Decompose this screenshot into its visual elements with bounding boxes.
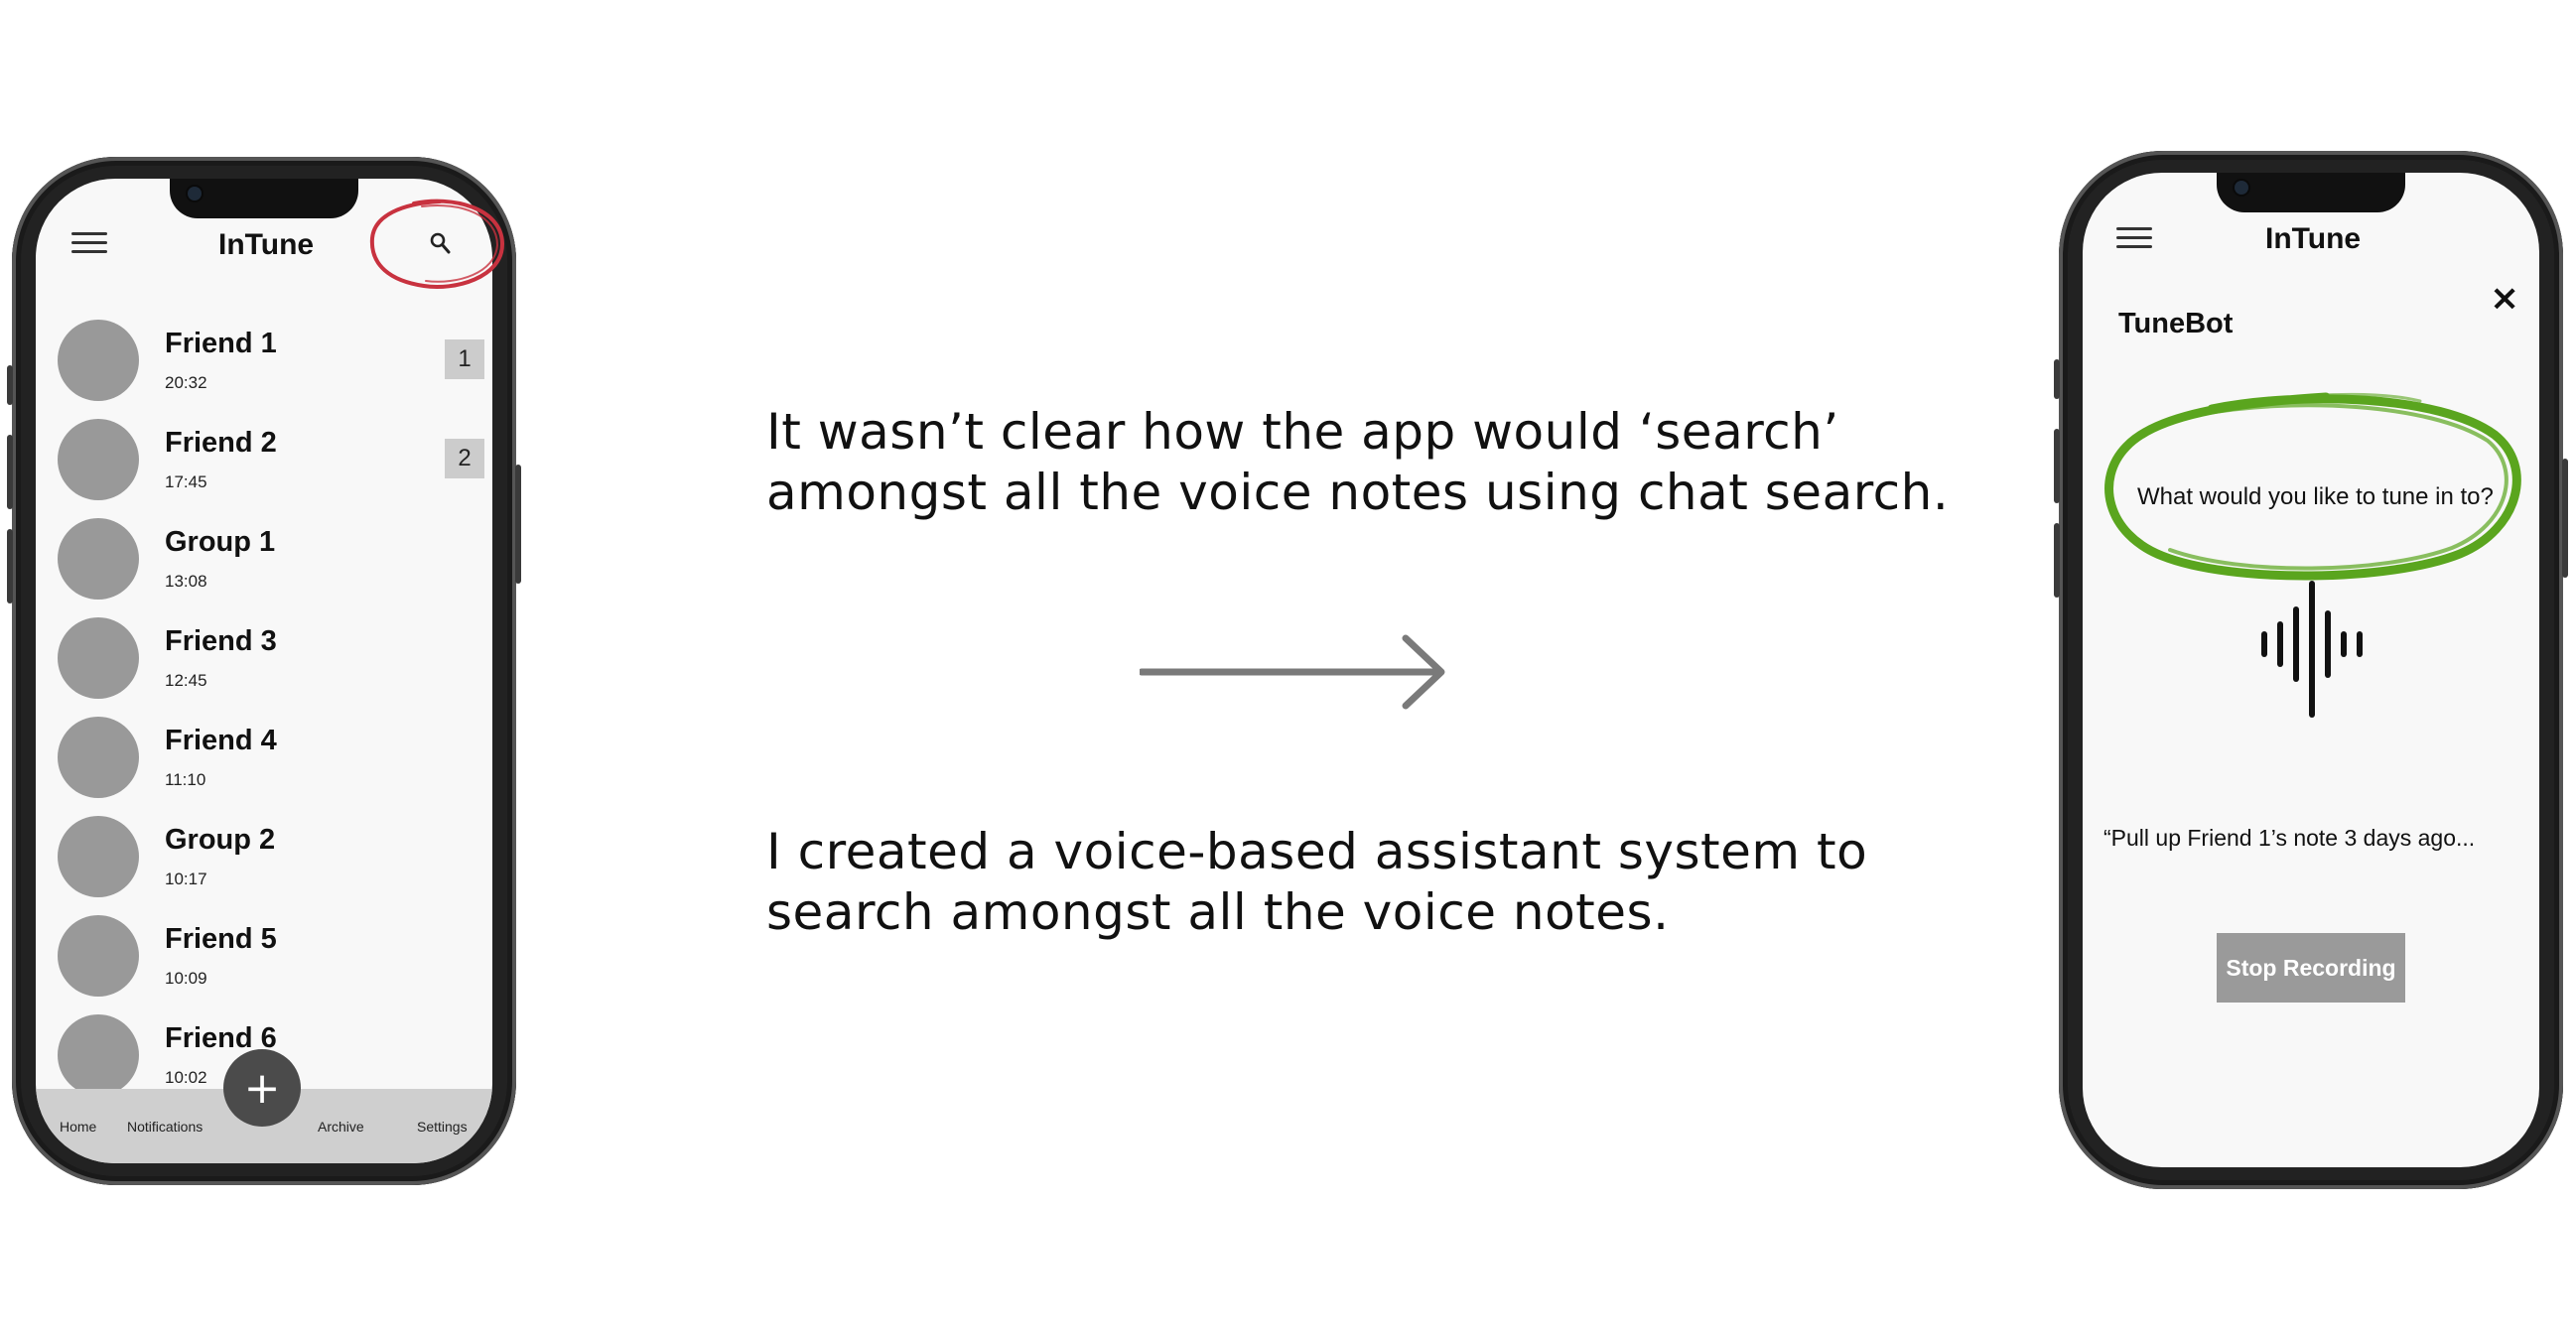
avatar xyxy=(58,617,139,699)
nav-archive[interactable]: Archive xyxy=(318,1119,364,1135)
chat-time: 11:10 xyxy=(165,770,206,789)
side-button xyxy=(7,365,13,405)
chat-time: 10:09 xyxy=(165,969,207,988)
chat-name: Friend 2 xyxy=(165,427,277,459)
menu-icon[interactable] xyxy=(2116,227,2152,251)
chat-row-friend-3[interactable]: Friend 3 12:45 xyxy=(58,613,484,701)
avatar xyxy=(58,1014,139,1096)
chat-row-friend-2[interactable]: Friend 2 17:45 2 xyxy=(58,415,484,502)
voice-waveform-icon xyxy=(2261,581,2363,718)
chat-row-friend-1[interactable]: Friend 1 20:32 1 xyxy=(58,316,484,403)
chat-row-group-2[interactable]: Group 2 10:17 xyxy=(58,812,484,899)
app-title: InTune xyxy=(218,228,315,261)
tunebot-title: TuneBot xyxy=(2118,308,2234,339)
unread-badge: 1 xyxy=(445,339,484,379)
left-phone: InTune Friend 1 20:32 1 Friend 2 17:45 2… xyxy=(7,157,521,1185)
chat-time: 17:45 xyxy=(165,472,207,491)
side-button xyxy=(7,435,13,509)
stop-recording-button[interactable]: Stop Recording xyxy=(2217,933,2405,1003)
chat-time: 13:08 xyxy=(165,572,207,591)
side-button xyxy=(2054,429,2060,503)
solution-line-2: search amongst all the voice notes. xyxy=(766,883,1670,941)
chat-row-friend-4[interactable]: Friend 4 11:10 xyxy=(58,713,484,800)
chat-name: Friend 1 xyxy=(165,328,277,359)
close-icon[interactable]: × xyxy=(2490,278,2519,319)
chat-name: Group 1 xyxy=(165,526,276,558)
chat-time: 20:32 xyxy=(165,373,207,392)
chat-name: Group 2 xyxy=(165,824,276,856)
side-button xyxy=(7,529,13,603)
avatar xyxy=(58,915,139,997)
problem-caption: It wasn’t clear how the app would ‘searc… xyxy=(766,402,1949,523)
avatar xyxy=(58,717,139,798)
chat-name: Friend 5 xyxy=(165,923,277,955)
avatar xyxy=(58,320,139,401)
solution-line-1: I created a voice-based assistant system… xyxy=(766,823,1868,880)
chat-time: 10:17 xyxy=(165,870,207,888)
search-highlight-circle xyxy=(369,199,505,289)
side-button xyxy=(2562,459,2568,578)
side-button xyxy=(2054,523,2060,598)
chat-time: 12:45 xyxy=(165,671,207,690)
voice-transcript: “Pull up Friend 1’s note 3 days ago... xyxy=(2103,825,2476,851)
chat-time: 10:02 xyxy=(165,1068,207,1087)
arrow-right-icon xyxy=(1140,634,1445,710)
notch xyxy=(170,179,358,218)
side-button xyxy=(515,465,521,584)
camera-icon xyxy=(188,187,202,201)
menu-icon[interactable] xyxy=(71,232,107,256)
chat-name: Friend 3 xyxy=(165,625,277,657)
left-screen: InTune Friend 1 20:32 1 Friend 2 17:45 2… xyxy=(36,179,492,1163)
chat-row-friend-5[interactable]: Friend 5 10:09 xyxy=(58,911,484,999)
nav-notifications[interactable]: Notifications xyxy=(127,1119,203,1135)
problem-line-1: It wasn’t clear how the app would ‘searc… xyxy=(766,403,1839,461)
avatar xyxy=(58,419,139,500)
chat-row-group-1[interactable]: Group 1 13:08 xyxy=(58,514,484,602)
problem-line-2: amongst all the voice notes using chat s… xyxy=(766,464,1950,521)
right-screen: InTune TuneBot × What would you like to … xyxy=(2083,173,2539,1167)
notch xyxy=(2217,173,2405,212)
right-phone: InTune TuneBot × What would you like to … xyxy=(2054,151,2568,1189)
new-chat-button[interactable]: + xyxy=(223,1049,301,1127)
avatar xyxy=(58,518,139,600)
chat-name: Friend 4 xyxy=(165,725,277,756)
nav-settings[interactable]: Settings xyxy=(417,1119,468,1135)
unread-badge: 2 xyxy=(445,439,484,478)
solution-caption: I created a voice-based assistant system… xyxy=(766,822,1867,943)
app-title: InTune xyxy=(2265,222,2362,255)
side-button xyxy=(2054,359,2060,399)
prompt-highlight-circle xyxy=(2104,392,2521,581)
camera-icon xyxy=(2235,181,2248,195)
avatar xyxy=(58,816,139,897)
nav-home[interactable]: Home xyxy=(60,1119,96,1135)
